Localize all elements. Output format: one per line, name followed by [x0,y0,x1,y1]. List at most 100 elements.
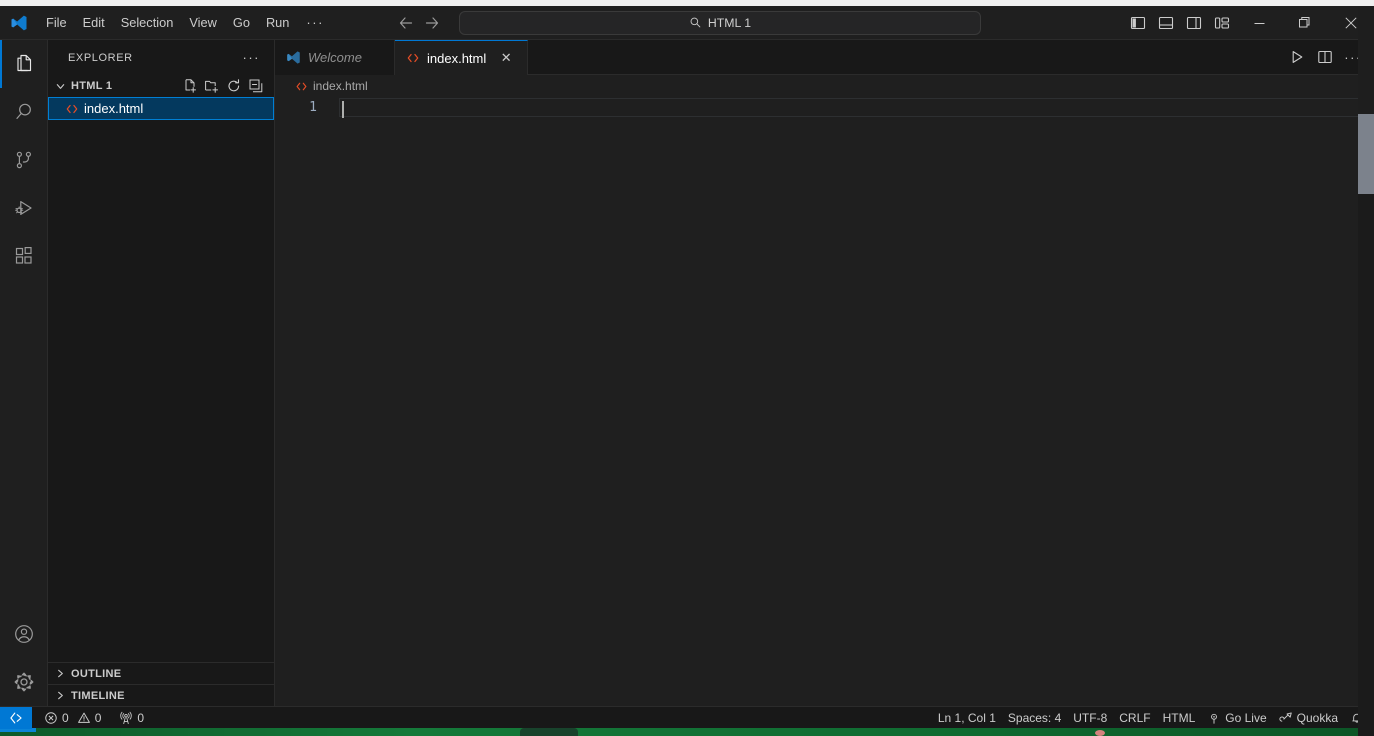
activity-item-run-debug[interactable] [0,184,48,232]
desktop-background-bottom [0,728,1374,736]
vscode-logo-icon [0,14,38,32]
folder-section-header[interactable]: HTML 1 [48,75,274,97]
window-restore-button[interactable] [1282,6,1328,40]
menu-edit[interactable]: Edit [75,11,113,34]
run-play-icon[interactable] [1284,44,1310,70]
remote-indicator[interactable] [0,706,32,729]
folder-section-actions [180,76,266,96]
ports-count: 0 [137,710,145,725]
html-file-icon [65,102,79,116]
gear-icon [12,670,36,694]
account-icon [12,622,36,646]
code-surface[interactable] [339,97,1374,706]
extensions-icon [12,244,36,268]
activity-item-extensions[interactable] [0,232,48,280]
file-tree-item-index-html[interactable]: index.html [48,97,274,120]
title-bar: File Edit Selection View Go Run ··· HTML… [0,6,1374,40]
tab-bar: Welcome index.html ✕ ··· [275,40,1374,75]
window-minimize-button[interactable] [1236,6,1282,40]
status-encoding[interactable]: UTF-8 [1067,707,1113,729]
page-scrollbar-track[interactable] [1358,6,1374,114]
activity-item-search[interactable] [0,88,48,136]
search-icon [689,16,702,29]
source-control-icon [12,148,36,172]
toggle-secondary-sidebar-icon[interactable] [1181,10,1207,36]
html-file-icon [406,51,420,65]
chevron-down-icon[interactable] [52,81,68,92]
error-count: 0 [62,710,69,725]
warning-triangle-icon [77,711,91,725]
sidebar-title: EXPLORER [68,51,133,64]
folder-section-label: HTML 1 [71,80,113,92]
customize-layout-icon[interactable] [1209,10,1235,36]
new-folder-icon[interactable] [202,76,222,96]
quokka-icon [1279,711,1293,725]
menu-more-icon[interactable]: ··· [297,13,333,32]
search-icon [12,100,36,124]
line-number-gutter: 1 [275,97,339,706]
chevron-right-icon[interactable] [52,668,68,679]
vscode-logo-icon [286,50,301,65]
status-bar-left: 0 0 0 [0,706,150,729]
status-bar: 0 0 0 Ln 1, Col 1 Spaces: 4 UTF-8 CRLF H… [0,706,1374,729]
toggle-primary-sidebar-icon[interactable] [1125,10,1151,36]
remote-indicator-icon [9,711,23,725]
current-line-highlight [339,98,1360,118]
file-tree[interactable]: index.html [48,97,274,662]
arrow-left-icon[interactable] [393,10,419,36]
sidebar-header: EXPLORER ··· [48,40,274,75]
outline-section-header[interactable]: OUTLINE [48,662,274,684]
workbench-body: EXPLORER ··· HTML 1 index.html OUTLINE T… [0,40,1374,706]
tab-index-html[interactable]: index.html ✕ [395,40,529,75]
breadcrumb[interactable]: index.html [275,75,1374,97]
sidebar-more-actions-icon[interactable]: ··· [239,50,265,65]
activity-item-accounts[interactable] [0,610,48,658]
activity-item-settings[interactable] [0,658,48,706]
timeline-section-header[interactable]: TIMELINE [48,684,274,706]
close-icon[interactable]: ✕ [497,49,515,67]
command-center-group: HTML 1 [393,10,981,36]
split-editor-icon[interactable] [1312,44,1338,70]
text-caret [342,101,344,118]
collapse-all-icon[interactable] [246,76,266,96]
taskbar-accent [0,728,36,732]
explorer-sidebar: EXPLORER ··· HTML 1 index.html OUTLINE T… [48,40,275,706]
status-quokka[interactable]: Quokka [1273,707,1344,729]
code-editor[interactable]: 1 [275,97,1374,706]
menu-view[interactable]: View [181,11,225,34]
outline-section-label: OUTLINE [71,667,122,680]
menu-bar[interactable]: File Edit Selection View Go Run ··· [38,11,333,34]
status-indentation[interactable]: Spaces: 4 [1002,707,1067,729]
activity-item-source-control[interactable] [0,136,48,184]
broadcast-icon [1207,711,1221,725]
activity-item-explorer[interactable] [0,40,48,88]
file-tree-item-label: index.html [84,101,144,116]
breadcrumb-item-label[interactable]: index.html [313,79,368,93]
status-editor-position[interactable]: Ln 1, Col 1 [932,707,1002,729]
menu-file[interactable]: File [38,11,75,34]
status-go-live[interactable]: Go Live [1201,707,1272,729]
chevron-right-icon[interactable] [52,690,68,701]
menu-go[interactable]: Go [225,11,258,34]
editor-group: Welcome index.html ✕ ··· index.html 1 [275,40,1374,706]
toggle-panel-icon[interactable] [1153,10,1179,36]
status-eol[interactable]: CRLF [1113,707,1156,729]
page-scrollbar-thumb[interactable] [1358,114,1374,194]
status-ports[interactable]: 0 [113,707,150,729]
html-file-icon [295,80,308,93]
tab-index-html-label: index.html [427,50,487,66]
command-center[interactable]: HTML 1 [459,10,981,35]
refresh-icon[interactable] [224,76,244,96]
tab-welcome[interactable]: Welcome [275,40,395,75]
command-center-text: HTML 1 [707,15,752,30]
title-bar-actions [1124,6,1374,40]
tab-welcome-label: Welcome [308,50,362,65]
menu-run[interactable]: Run [258,11,297,34]
status-problems[interactable]: 0 0 [38,707,107,729]
new-file-icon[interactable] [180,76,200,96]
menu-selection[interactable]: Selection [113,11,182,34]
status-language-mode[interactable]: HTML [1157,707,1202,729]
arrow-right-icon[interactable] [419,10,445,36]
warning-count: 0 [94,710,102,725]
page-scrollbar[interactable] [1358,6,1374,736]
